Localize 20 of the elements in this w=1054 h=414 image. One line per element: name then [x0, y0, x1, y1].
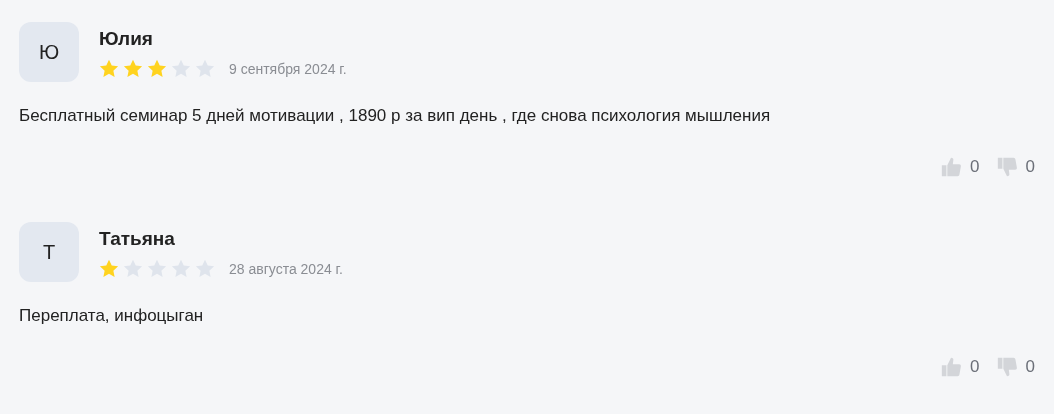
thumbs-up-icon: [940, 156, 963, 178]
like-button[interactable]: 0: [940, 156, 980, 178]
thumbs-down-icon: [995, 356, 1018, 378]
review-text: Бесплатный семинар 5 дней мотивации , 1890 р за вип день , где снова психология мышления: [19, 106, 772, 126]
like-button[interactable]: 0: [940, 356, 980, 378]
dislike-button[interactable]: 0: [995, 156, 1035, 178]
reviewer-name: Юлия: [99, 28, 154, 50]
avatar: Т: [19, 222, 79, 282]
filled-star-icon: [99, 259, 119, 278]
review-date: 9 сентября 2024 г.: [229, 60, 347, 77]
thumbs-down-icon: [995, 156, 1018, 178]
filled-star-icon: [99, 59, 119, 78]
dislike-button[interactable]: 0: [995, 356, 1035, 378]
review-date: 28 августа 2024 г.: [229, 260, 343, 277]
avatar: Ю: [19, 22, 79, 82]
reviewer-name: Татьяна: [99, 228, 176, 250]
filled-star-icon: [123, 59, 143, 78]
review-text: Переплата, инфоцыган: [19, 306, 205, 326]
thumbs-up-icon: [940, 356, 963, 378]
filled-star-icon: [147, 59, 167, 78]
